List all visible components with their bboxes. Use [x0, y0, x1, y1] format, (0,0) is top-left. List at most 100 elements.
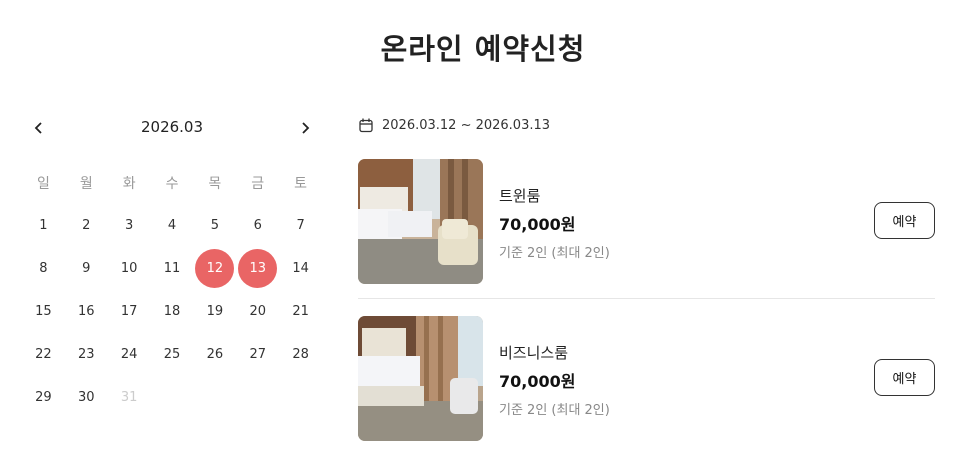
day-cell[interactable]: 17: [108, 290, 151, 333]
day-label: 14: [292, 261, 309, 276]
day-cell: 31: [108, 376, 151, 419]
month-label: 2026.03: [140, 118, 204, 136]
empty-day-cell: [151, 376, 194, 419]
week-row: 22 23 24 25 26 27 28: [22, 333, 322, 376]
day-cell[interactable]: 16: [65, 290, 108, 333]
room-capacity: 기준 2인 (최대 2인): [499, 403, 610, 418]
day-cell[interactable]: 24: [108, 333, 151, 376]
weekday-label: 일: [36, 175, 50, 192]
room-card: 트윈룸 70,000원 기준 2인 (최대 2인) 예약: [358, 159, 935, 285]
room-name: 트윈룸: [499, 187, 541, 205]
day-label: 8: [39, 261, 48, 276]
empty-day-cell: [279, 376, 322, 419]
room-card: 비즈니스룸 70,000원 기준 2인 (최대 2인) 예약: [358, 316, 935, 442]
day-label: 10: [120, 261, 138, 276]
week-row: 8 9 10 11 12 13 14: [22, 247, 322, 290]
day-label: 31: [120, 390, 138, 405]
room-photo-twin: [358, 159, 483, 284]
selected-day-label: 13: [238, 249, 278, 288]
day-cell[interactable]: 11: [151, 247, 194, 290]
calendar-weeks: 1 2 3 4 5 6 7 8 9 10 11 12 13 14 15 16 17 18 19 20 21 22 23 24 2…: [22, 204, 322, 419]
selected-day-label: 12: [195, 249, 235, 288]
day-label: 24: [120, 347, 138, 362]
day-label: 22: [35, 347, 52, 362]
week-row: 15 16 17 18 19 20 21: [22, 290, 322, 333]
day-cell[interactable]: 20: [236, 290, 279, 333]
weekday-label: 금: [251, 175, 265, 192]
day-label: 2: [82, 218, 91, 233]
weekday-label: 토: [294, 175, 308, 192]
day-cell[interactable]: 7: [279, 204, 322, 247]
calendar: 2026.03 일 월 화 수 목 금 토 1 2 3 4 5 6 7 8 9 10 11 12 13 1…: [22, 112, 322, 405]
day-label: 17: [120, 304, 138, 319]
day-label: 18: [163, 304, 181, 319]
day-label: 19: [206, 304, 224, 319]
day-label: 25: [163, 347, 181, 362]
weekday-label: 월: [79, 175, 93, 192]
day-label: 21: [292, 304, 309, 319]
day-label: 7: [296, 218, 305, 233]
weekday-row: 일 월 화 수 목 금 토: [22, 161, 322, 204]
day-cell[interactable]: 22: [22, 333, 65, 376]
day-cell[interactable]: 29: [22, 376, 65, 419]
selected-day-cell[interactable]: 12: [193, 247, 236, 290]
day-cell[interactable]: 18: [151, 290, 194, 333]
day-cell[interactable]: 14: [279, 247, 322, 290]
day-cell[interactable]: 25: [151, 333, 194, 376]
day-label: 23: [78, 347, 95, 362]
day-label: 11: [163, 261, 181, 276]
day-label: 16: [78, 304, 95, 319]
book-button[interactable]: 예약: [874, 359, 935, 396]
calendar-grid: 일 월 화 수 목 금 토 1 2 3 4 5 6 7 8 9 10 11 12 13 14 15 16 17 1…: [22, 168, 322, 419]
calendar-icon: [359, 118, 373, 133]
day-cell[interactable]: 3: [108, 204, 151, 247]
day-label: 9: [82, 261, 91, 276]
next-month-button[interactable]: [290, 114, 320, 142]
chevron-right-icon: [302, 122, 310, 134]
day-cell[interactable]: 2: [65, 204, 108, 247]
room-photo-business: [358, 316, 483, 441]
room-name: 비즈니스룸: [499, 344, 569, 362]
selected-date-range: 2026.03.12 ~ 2026.03.13: [359, 118, 550, 133]
weekday-label: 화: [122, 175, 136, 192]
day-label: 1: [39, 218, 48, 233]
room-capacity: 기준 2인 (최대 2인): [499, 246, 610, 261]
day-label: 3: [125, 218, 134, 233]
selected-day-cell[interactable]: 13: [236, 247, 279, 290]
day-cell[interactable]: 10: [108, 247, 151, 290]
day-label: 15: [35, 304, 52, 319]
day-cell[interactable]: 15: [22, 290, 65, 333]
day-cell[interactable]: 28: [279, 333, 322, 376]
week-row: 1 2 3 4 5 6 7: [22, 204, 322, 247]
day-label: 27: [249, 347, 266, 362]
day-cell[interactable]: 5: [193, 204, 236, 247]
day-label: 29: [35, 390, 52, 405]
book-button[interactable]: 예약: [874, 202, 935, 239]
week-row: 29 30 31: [22, 376, 322, 419]
day-cell[interactable]: 19: [193, 290, 236, 333]
empty-day-cell: [236, 376, 279, 419]
day-cell[interactable]: 8: [22, 247, 65, 290]
weekday-label: 목: [208, 175, 222, 192]
day-label: 4: [167, 218, 177, 233]
day-cell[interactable]: 4: [151, 204, 194, 247]
room-price: 70,000원: [499, 215, 576, 234]
day-cell[interactable]: 23: [65, 333, 108, 376]
day-cell[interactable]: 9: [65, 247, 108, 290]
date-range-text: 2026.03.12 ~ 2026.03.13: [382, 118, 551, 133]
day-label: 5: [210, 218, 219, 233]
day-cell[interactable]: 6: [236, 204, 279, 247]
calendar-header: 2026.03: [22, 112, 322, 144]
day-cell[interactable]: 21: [279, 290, 322, 333]
day-label: 26: [206, 347, 224, 362]
day-cell[interactable]: 26: [193, 333, 236, 376]
day-label: 20: [249, 304, 266, 319]
day-label: 28: [292, 347, 309, 362]
room-price: 70,000원: [499, 372, 576, 391]
room-divider: [358, 298, 935, 299]
day-cell[interactable]: 27: [236, 333, 279, 376]
empty-day-cell: [193, 376, 236, 419]
day-cell[interactable]: 30: [65, 376, 108, 419]
day-cell[interactable]: 1: [22, 204, 65, 247]
page-title: 온라인 예약신청: [380, 32, 586, 66]
